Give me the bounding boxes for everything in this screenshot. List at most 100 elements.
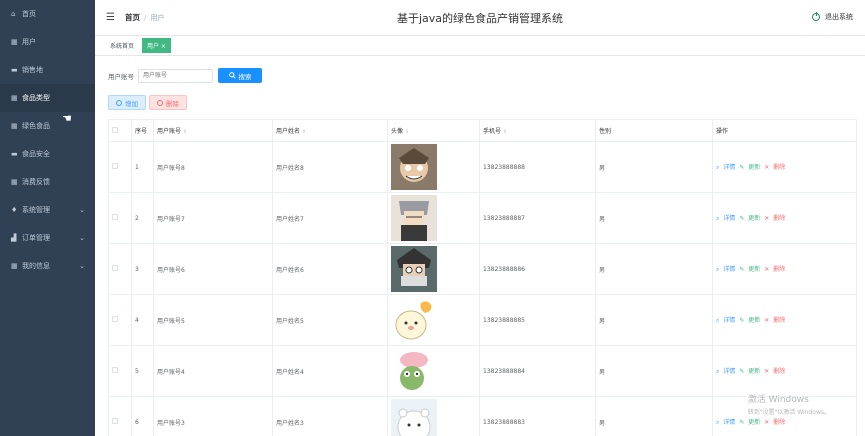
row-account: 用户账号8 [153,141,273,193]
close-icon: ✕ [764,317,770,324]
detail-button[interactable]: ⌕ 详情 [716,164,737,171]
row-select-cell[interactable] [108,345,132,397]
sidebar-item[interactable]: ▦ 消费反馈 [0,168,95,196]
logout-button[interactable]: 退出系统 [812,12,853,22]
header-name[interactable]: 用户姓名 ⇕ [272,119,388,142]
detail-button[interactable]: ⌕ 详情 [716,368,737,375]
header-account[interactable]: 用户账号 ⇕ [153,119,273,142]
row-checkbox[interactable] [112,367,118,373]
sort-icon[interactable]: ⇕ [183,129,187,135]
row-phone: 13823888886 [479,243,596,295]
edit-button[interactable]: ✎ 更新 [739,368,762,375]
edit-icon: ✎ [739,368,745,375]
row-select-cell[interactable] [108,294,132,346]
row-checkbox[interactable] [112,214,118,220]
sort-icon[interactable]: ⇕ [302,129,306,135]
select-all-checkbox[interactable] [112,126,118,133]
row-select-cell[interactable] [108,141,132,193]
chart-icon: ▟ [11,234,17,242]
header-avatar-label: 头像 [391,128,404,135]
row-delete-button[interactable]: ✕ 删除 [764,215,787,222]
close-icon: ✕ [764,215,770,222]
row-select-cell[interactable] [108,243,132,295]
row-avatar [387,294,480,346]
delete-button[interactable]: 删除 [149,95,187,110]
edit-label: 更新 [748,368,761,375]
avatar-image [391,348,437,394]
row-checkbox[interactable] [112,316,118,322]
row-account: 用户账号4 [153,345,273,397]
row-phone: 13823888887 [479,192,596,244]
sidebar-item[interactable]: ▦ 我的信息 ⌄ [0,252,95,280]
detail-button[interactable]: ⌕ 详情 [716,215,737,222]
row-checkbox[interactable] [112,163,118,169]
row-phone: 13823888888 [479,141,596,193]
avatar-image [391,144,437,190]
search-button-label: 搜索 [238,73,252,81]
chat-icon: ▬ [11,150,18,158]
top-bar: ☰ 首页 / 用户 基于java的绿色食品产销管理系统 退出系统 [95,0,865,36]
sidebar-item[interactable]: ▦ 用户 [0,28,95,56]
row-delete-button[interactable]: ✕ 删除 [764,164,787,171]
delete-button-label: 删除 [166,99,179,108]
row-delete-button[interactable]: ✕ 删除 [764,368,787,375]
sidebar-item[interactable]: ▬ 食品安全 [0,140,95,168]
tag-home[interactable]: 系统首页 [106,39,138,52]
sidebar-item-label: 系统管理 [22,206,50,214]
sidebar-item[interactable]: ♦ 系统管理 ⌄ [0,196,95,224]
tag-current[interactable]: 用户 × [142,38,171,53]
hamburger-icon[interactable]: ☰ [106,12,115,23]
search-button[interactable]: 搜索 [218,68,262,83]
chevron-down-icon[interactable]: ⌄ [79,206,85,214]
row-delete-button[interactable]: ✕ 删除 [764,266,787,273]
add-button-label: 增加 [125,99,138,108]
search-icon: ⌕ [716,419,720,426]
breadcrumb-home[interactable]: 首页 [125,12,140,23]
row-checkbox[interactable] [112,265,118,271]
row-account: 用户账号6 [153,243,273,295]
table-row: 2 用户账号7 用户姓名7 13823888887 男 ⌕ 详情 ✎ 更新 ✕ 删除 [108,192,857,244]
header-phone[interactable]: 手机号 ⇕ [479,119,596,142]
sort-icon[interactable]: ⇕ [503,129,507,135]
row-actions: ⌕ 详情 ✎ 更新 ✕ 删除 [712,192,857,244]
edit-button[interactable]: ✎ 更新 [739,164,762,171]
page-title: 基于java的绿色食品产销管理系统 [396,11,564,25]
chevron-down-icon[interactable]: ⌄ [79,234,85,242]
sort-icon[interactable]: ⇕ [405,129,409,135]
edit-button[interactable]: ✎ 更新 [739,266,762,273]
detail-label: 详情 [723,419,736,426]
add-button[interactable]: 增加 [108,95,146,110]
sidebar-item[interactable]: ▦ 食品类型 [0,84,95,112]
header-avatar[interactable]: 头像 ⇕ [387,119,480,142]
edit-label: 更新 [748,164,761,171]
chevron-down-icon[interactable]: ⌄ [79,262,85,270]
row-select-cell[interactable] [108,192,132,244]
search-input[interactable] [138,68,213,83]
row-select-cell[interactable] [108,396,132,436]
detail-button[interactable]: ⌕ 详情 [716,419,737,426]
home-icon: ⌂ [11,10,16,18]
row-delete-button[interactable]: ✕ 删除 [764,419,787,426]
edit-button[interactable]: ✎ 更新 [739,317,762,324]
row-gender: 男 [595,294,713,346]
row-delete-button[interactable]: ✕ 删除 [764,317,787,324]
sidebar-item[interactable]: ▬ 销售地 [0,56,95,84]
sidebar-menu: ⌂ 首页 ▦ 用户 ▬ 销售地 ▦ 食品类型 ▦ 绿色食品 ▬ 食品安全 ▦ 消费反馈 ♦ 系统管理 ⌄ ▟ 订单管… [0,0,95,280]
edit-button[interactable]: ✎ 更新 [739,215,762,222]
row-index: 3 [131,243,154,295]
detail-button[interactable]: ⌕ 详情 [716,266,737,273]
select-all-cell[interactable] [108,119,132,142]
row-index: 6 [131,396,154,436]
sidebar-item[interactable]: ▦ 绿色食品 [0,112,95,140]
minus-circle-icon [157,99,163,106]
search-icon [228,72,236,79]
sidebar-item-label: 用户 [22,38,36,46]
detail-button[interactable]: ⌕ 详情 [716,317,737,324]
sidebar-item[interactable]: ⌂ 首页 [0,0,95,28]
avatar-image [391,246,437,292]
row-actions: ⌕ 详情 ✎ 更新 ✕ 删除 [712,294,857,346]
header-gender: 性别 [595,119,713,142]
sidebar-item[interactable]: ▟ 订单管理 ⌄ [0,224,95,252]
edit-button[interactable]: ✎ 更新 [739,419,762,426]
row-checkbox[interactable] [112,418,118,424]
